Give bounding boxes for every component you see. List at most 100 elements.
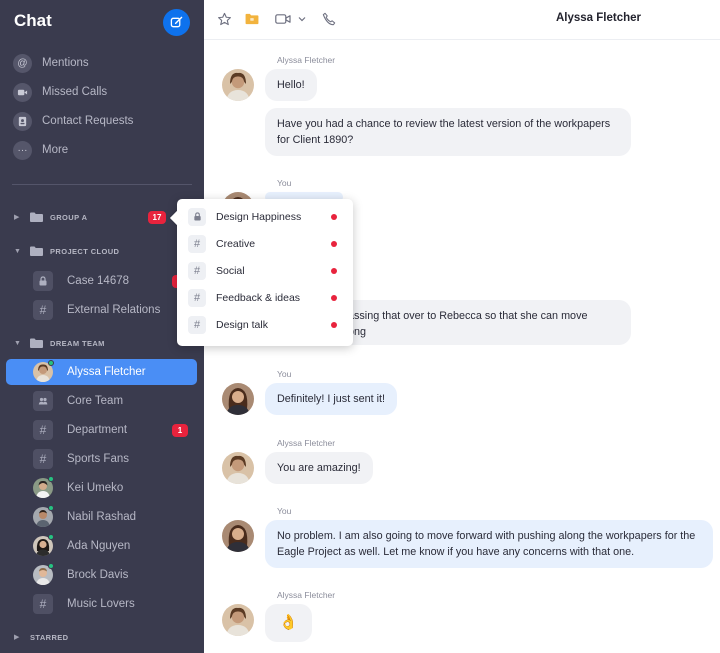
- presence-indicator: [48, 563, 54, 569]
- sidebar-item-label: Music Lovers: [67, 598, 135, 610]
- hash-icon: #: [188, 261, 206, 280]
- folder-icon: [30, 212, 43, 222]
- lock-icon: [33, 271, 53, 291]
- phone-icon[interactable]: [321, 11, 337, 27]
- presence-indicator: [48, 476, 54, 482]
- project-cloud-header[interactable]: ▼ PROJECT CLOUD: [0, 241, 204, 261]
- sidebar-title: Chat: [14, 11, 52, 30]
- sidebar-item-sports-fans[interactable]: # Sports Fans: [6, 446, 197, 472]
- sidebar-item-kei-umeko[interactable]: Kei Umeko: [6, 475, 197, 501]
- quick-link-mentions[interactable]: @ Mentions: [0, 50, 204, 76]
- sidebar-item-label: Department: [67, 424, 128, 436]
- sidebar-divider: [12, 184, 192, 185]
- at-icon: @: [13, 53, 32, 73]
- message-bubble: No problem. I am also going to move forw…: [265, 520, 713, 568]
- hash-icon: #: [33, 449, 53, 469]
- message-sender: You: [277, 369, 292, 379]
- video-camera-icon[interactable]: [275, 11, 291, 27]
- caret-down-icon: ▼: [14, 247, 21, 255]
- quick-link-label: Contact Requests: [42, 115, 134, 127]
- presence-indicator: [48, 360, 54, 366]
- sidebar-item-alyssa-fletcher[interactable]: Alyssa Fletcher: [6, 359, 197, 385]
- sidebar-item-label: Brock Davis: [67, 569, 129, 581]
- sidebar-item-case-14678[interactable]: Case 14678: [6, 268, 197, 294]
- avatar: [222, 520, 254, 552]
- popover-item-design-happiness[interactable]: Design Happiness: [177, 203, 353, 230]
- presence-indicator: [48, 505, 54, 511]
- people-icon: [33, 391, 53, 411]
- sidebar-item-label: Core Team: [67, 395, 124, 407]
- folder-icon: [30, 246, 43, 256]
- message-bubble: You are amazing!: [265, 452, 373, 484]
- message-sender: You: [277, 178, 292, 188]
- chat-header: Alyssa Fletcher: [204, 0, 720, 40]
- quick-link-label: More: [42, 144, 69, 156]
- quick-link-label: Missed Calls: [42, 86, 108, 98]
- message-text: assing that over to Rebecca so that she …: [348, 310, 588, 322]
- more-dots-icon: ···: [13, 140, 32, 160]
- sidebar-item-label: Ada Nguyen: [67, 540, 131, 552]
- unread-dot: [331, 240, 337, 247]
- avatar: [222, 604, 254, 636]
- popover-item-creative[interactable]: # Creative: [177, 230, 353, 257]
- popover-item-social[interactable]: # Social: [177, 257, 353, 284]
- unread-dot: [331, 321, 337, 328]
- unread-badge: 17: [148, 210, 166, 224]
- message-bubble: Have you had a chance to review the late…: [265, 108, 631, 156]
- popover-item-label: Design Happiness: [216, 210, 302, 223]
- chat-sidebar: Chat @ Mentions Missed Calls Contact Req…: [0, 0, 204, 653]
- popover-item-feedback-ideas[interactable]: # Feedback & ideas: [177, 284, 353, 311]
- caret-right-icon: ▶: [14, 634, 20, 641]
- channel-popover: Design Happiness # Creative # Social # F…: [177, 199, 353, 346]
- lock-icon: [188, 207, 206, 226]
- sidebar-item-core-team[interactable]: Core Team: [6, 388, 197, 414]
- starred-header[interactable]: ▶ STARRED: [0, 627, 204, 647]
- sidebar-item-label: Case 14678: [67, 275, 130, 287]
- quick-link-missed-calls[interactable]: Missed Calls: [0, 79, 204, 105]
- contact-card-icon: [13, 111, 32, 131]
- group-label: STARRED: [30, 632, 69, 642]
- hash-icon: #: [188, 234, 206, 253]
- folder-icon[interactable]: [244, 11, 260, 27]
- quick-link-more[interactable]: ··· More: [0, 137, 204, 163]
- sidebar-item-label: Sports Fans: [67, 453, 129, 465]
- folder-icon: [30, 338, 43, 348]
- chevron-down-icon[interactable]: [294, 11, 310, 27]
- group-label: GROUP A: [50, 212, 88, 222]
- message-sender: Alyssa Fletcher: [277, 590, 336, 600]
- video-camera-icon: [13, 82, 32, 102]
- hash-icon: #: [33, 420, 53, 440]
- presence-indicator: [48, 534, 54, 540]
- sidebar-item-music-lovers[interactable]: # Music Lovers: [6, 591, 197, 617]
- popover-item-label: Social: [216, 264, 245, 277]
- quick-link-contact-requests[interactable]: Contact Requests: [0, 108, 204, 134]
- unread-dot: [331, 267, 337, 274]
- sidebar-item-department[interactable]: # Department 1: [6, 417, 197, 443]
- conversation-title: Alyssa Fletcher: [556, 12, 642, 24]
- message-bubble: Hello!: [265, 69, 317, 101]
- compose-button[interactable]: [163, 9, 190, 36]
- sidebar-item-nabil-rashad[interactable]: Nabil Rashad: [6, 504, 197, 530]
- hash-icon: #: [188, 288, 206, 307]
- message-bubble: Definitely! I just sent it!: [265, 383, 398, 415]
- sidebar-item-label: Kei Umeko: [67, 482, 124, 494]
- sidebar-item-brock-davis[interactable]: Brock Davis: [6, 562, 197, 588]
- avatar: [222, 383, 254, 415]
- popover-item-label: Design talk: [216, 318, 268, 331]
- unread-dot: [331, 294, 337, 301]
- sidebar-item-external-relations[interactable]: # External Relations: [6, 297, 197, 323]
- popover-item-design-talk[interactable]: # Design talk: [177, 311, 353, 338]
- star-icon[interactable]: [216, 11, 232, 27]
- group-label: PROJECT CLOUD: [50, 246, 120, 256]
- compose-icon: [170, 16, 183, 28]
- sidebar-item-ada-nguyen[interactable]: Ada Nguyen: [6, 533, 197, 559]
- dream-team-header[interactable]: ▼ DREAM TEAM: [0, 333, 204, 353]
- message-bubble: 👌: [265, 604, 312, 642]
- group-label: DREAM TEAM: [50, 338, 105, 348]
- popover-item-label: Creative: [216, 237, 256, 250]
- avatar: [222, 452, 254, 484]
- sidebar-item-label: Alyssa Fletcher: [67, 366, 146, 378]
- caret-down-icon: ▼: [14, 339, 21, 347]
- sidebar-item-label: Nabil Rashad: [67, 511, 137, 523]
- popover-item-label: Feedback & ideas: [216, 291, 301, 304]
